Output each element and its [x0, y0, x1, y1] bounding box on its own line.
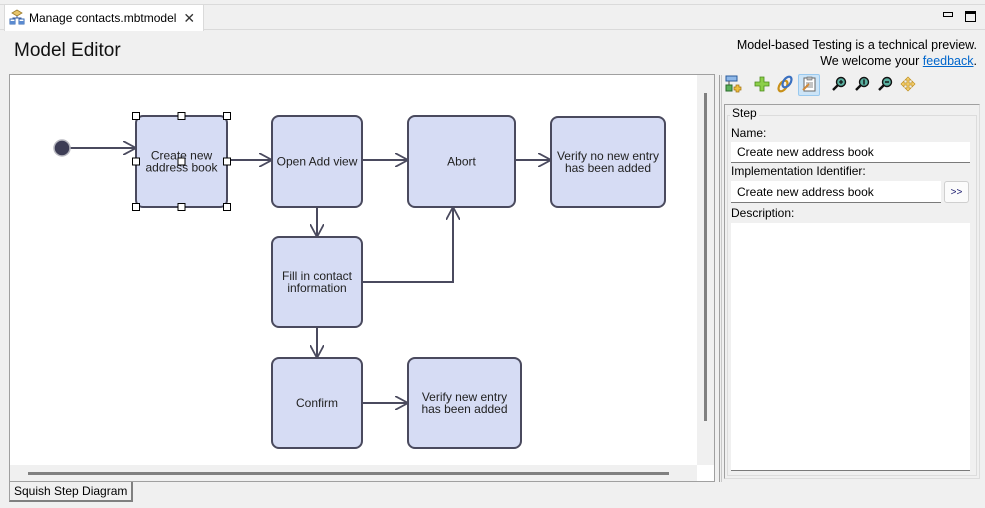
zoom-in-icon — [831, 76, 847, 95]
maximize-icon[interactable] — [965, 11, 976, 22]
selection-handle[interactable] — [177, 112, 186, 120]
selection-handle[interactable] — [132, 112, 140, 120]
preview-notice-text: We welcome your — [820, 54, 923, 68]
editor-tab[interactable]: Manage contacts.mbtmodel ✕ — [4, 4, 204, 31]
selection-handle[interactable] — [132, 157, 140, 166]
selection-handle[interactable] — [223, 203, 231, 211]
selection-handle[interactable] — [223, 157, 231, 166]
name-label: Name: — [731, 126, 767, 140]
add-step-icon — [724, 75, 742, 96]
zoom-reset-button[interactable] — [851, 74, 873, 96]
browse-implementation-button[interactable]: >> — [944, 181, 969, 203]
move-icon — [900, 76, 916, 95]
properties-icon — [801, 76, 817, 95]
start-node[interactable] — [53, 139, 71, 157]
add-step-button[interactable] — [722, 74, 744, 96]
link-icon — [776, 75, 794, 96]
model-file-icon — [9, 9, 25, 28]
vertical-scrollbar[interactable] — [697, 75, 714, 465]
minimize-icon[interactable] — [943, 12, 953, 17]
diagram-node[interactable]: Abort — [407, 115, 516, 208]
close-icon[interactable]: ✕ — [183, 10, 195, 27]
link-button[interactable] — [774, 74, 796, 96]
diagram-node[interactable]: Verify no new entryhas been added — [550, 116, 666, 208]
edge-n5-to-n3[interactable] — [362, 207, 453, 283]
add-button[interactable] — [751, 74, 773, 96]
zoom-in-button[interactable] — [828, 74, 850, 96]
diagram-node[interactable]: Fill in contactinformation — [271, 236, 363, 328]
preview-notice-period: . — [973, 54, 977, 68]
name-field[interactable] — [731, 142, 970, 163]
zoom-out-icon — [877, 76, 893, 95]
selection-handle[interactable] — [132, 203, 140, 211]
preview-notice-line2: We welcome your feedback. — [737, 53, 977, 69]
add-icon — [754, 76, 770, 95]
description-label: Description: — [731, 206, 795, 220]
horizontal-scrollbar[interactable] — [10, 465, 697, 481]
diagram-node[interactable]: Open Add view — [271, 115, 363, 208]
step-group-title: Step — [730, 106, 759, 120]
feedback-link[interactable]: feedback — [923, 54, 974, 68]
preview-notice: Model-based Testing is a technical previ… — [737, 37, 977, 69]
selection-handle[interactable] — [177, 157, 186, 166]
selection-handle[interactable] — [177, 203, 186, 211]
zoom-out-button[interactable] — [874, 74, 896, 96]
diagram-node[interactable]: Verify new entryhas been added — [407, 357, 522, 449]
preview-notice-line1: Model-based Testing is a technical previ… — [736, 38, 977, 52]
node-label: information — [287, 281, 346, 295]
vertical-scrollbar-thumb[interactable] — [704, 93, 707, 421]
move-button[interactable] — [897, 74, 919, 96]
editor-tab-bar: Manage contacts.mbtmodel ✕ — [0, 4, 985, 31]
implementation-identifier-label: Implementation Identifier: — [731, 164, 866, 178]
tab-squish-step-diagram[interactable]: Squish Step Diagram — [9, 482, 134, 502]
scroll-corner — [697, 465, 714, 481]
description-field[interactable] — [731, 223, 970, 471]
node-label: has been added — [565, 161, 651, 175]
selection-handle[interactable] — [223, 112, 231, 120]
node-label: Confirm — [296, 396, 338, 410]
editor-tab-label: Manage contacts.mbtmodel — [29, 11, 177, 25]
panel-splitter[interactable] — [719, 75, 722, 482]
page-title: Model Editor — [14, 40, 121, 61]
horizontal-scrollbar-thumb[interactable] — [28, 472, 669, 475]
properties-button[interactable] — [798, 74, 820, 96]
zoom-reset-icon — [854, 76, 870, 95]
node-label: Abort — [447, 155, 476, 169]
diagram-node[interactable]: Confirm — [271, 357, 363, 449]
implementation-identifier-field[interactable] — [731, 181, 941, 203]
node-label: has been added — [421, 402, 507, 416]
node-label: Open Add view — [277, 155, 358, 169]
step-diagram[interactable]: Create newaddress book Open Add view Abort… — [10, 75, 697, 465]
